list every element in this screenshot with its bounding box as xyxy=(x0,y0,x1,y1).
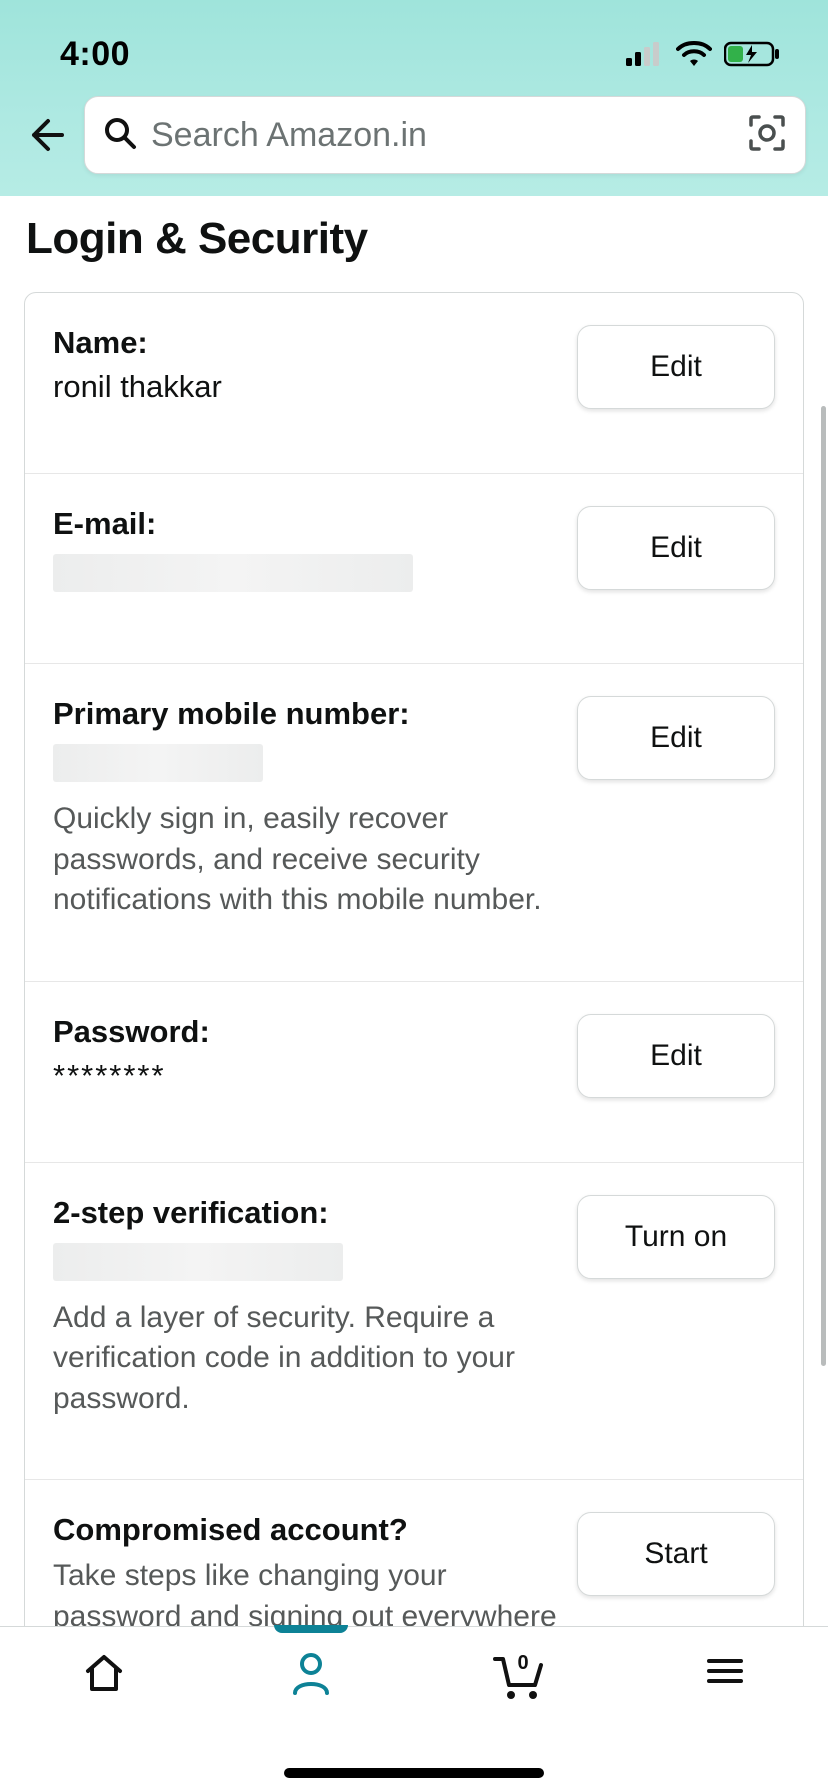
search-icon xyxy=(103,116,137,155)
edit-email-button[interactable]: Edit xyxy=(577,506,775,590)
status-icons xyxy=(626,40,782,68)
cart-icon: 0 xyxy=(489,1649,547,1701)
label-compromised: Compromised account? xyxy=(53,1512,557,1548)
scan-icon[interactable] xyxy=(747,113,787,158)
value-twostep-redacted xyxy=(53,1243,343,1281)
active-tab-indicator xyxy=(274,1625,348,1633)
search-box[interactable]: Search Amazon.in xyxy=(84,96,806,174)
row-name: Name: ronil thakkar Edit xyxy=(25,293,803,473)
menu-icon xyxy=(703,1649,747,1693)
search-placeholder: Search Amazon.in xyxy=(151,116,747,155)
label-email: E-mail: xyxy=(53,506,557,542)
home-indicator xyxy=(284,1768,544,1778)
bottom-nav: 0 xyxy=(0,1626,828,1792)
arrow-left-icon xyxy=(26,115,66,155)
desc-mobile: Quickly sign in, easily recover password… xyxy=(53,799,557,921)
value-email-redacted xyxy=(53,554,413,592)
cellular-icon xyxy=(626,42,664,66)
value-mobile-redacted xyxy=(53,744,263,782)
nav-account[interactable] xyxy=(207,1649,414,1697)
start-compromised-button[interactable]: Start xyxy=(577,1512,775,1596)
desc-twostep: Add a layer of security. Require a verif… xyxy=(53,1298,557,1420)
wifi-icon xyxy=(676,41,712,67)
page-title: Login & Security xyxy=(0,196,828,292)
nav-home[interactable] xyxy=(0,1649,207,1697)
label-name: Name: xyxy=(53,325,557,361)
label-mobile: Primary mobile number: xyxy=(53,696,557,732)
row-twostep: 2-step verification: Add a layer of secu… xyxy=(25,1162,803,1480)
value-password: ******** xyxy=(53,1058,557,1094)
edit-mobile-button[interactable]: Edit xyxy=(577,696,775,780)
scroll-indicator xyxy=(821,406,826,1366)
settings-card: Name: ronil thakkar Edit E-mail: Edit Pr… xyxy=(24,292,804,1678)
battery-charging-icon xyxy=(724,40,782,68)
edit-password-button[interactable]: Edit xyxy=(577,1014,775,1098)
row-mobile: Primary mobile number: Quickly sign in, … xyxy=(25,663,803,981)
edit-name-button[interactable]: Edit xyxy=(577,325,775,409)
turn-on-twostep-button[interactable]: Turn on xyxy=(577,1195,775,1279)
status-bar: 4:00 xyxy=(0,24,828,84)
account-icon xyxy=(287,1649,335,1697)
nav-menu[interactable] xyxy=(621,1649,828,1693)
row-email: E-mail: Edit xyxy=(25,473,803,663)
row-password: Password: ******** Edit xyxy=(25,981,803,1162)
back-button[interactable] xyxy=(22,111,70,159)
label-twostep: 2-step verification: xyxy=(53,1195,557,1231)
home-icon xyxy=(80,1649,128,1697)
label-password: Password: xyxy=(53,1014,557,1050)
status-time: 4:00 xyxy=(60,35,130,74)
value-name: ronil thakkar xyxy=(53,369,557,405)
cart-count: 0 xyxy=(517,1652,528,1674)
nav-cart[interactable]: 0 xyxy=(414,1649,621,1701)
